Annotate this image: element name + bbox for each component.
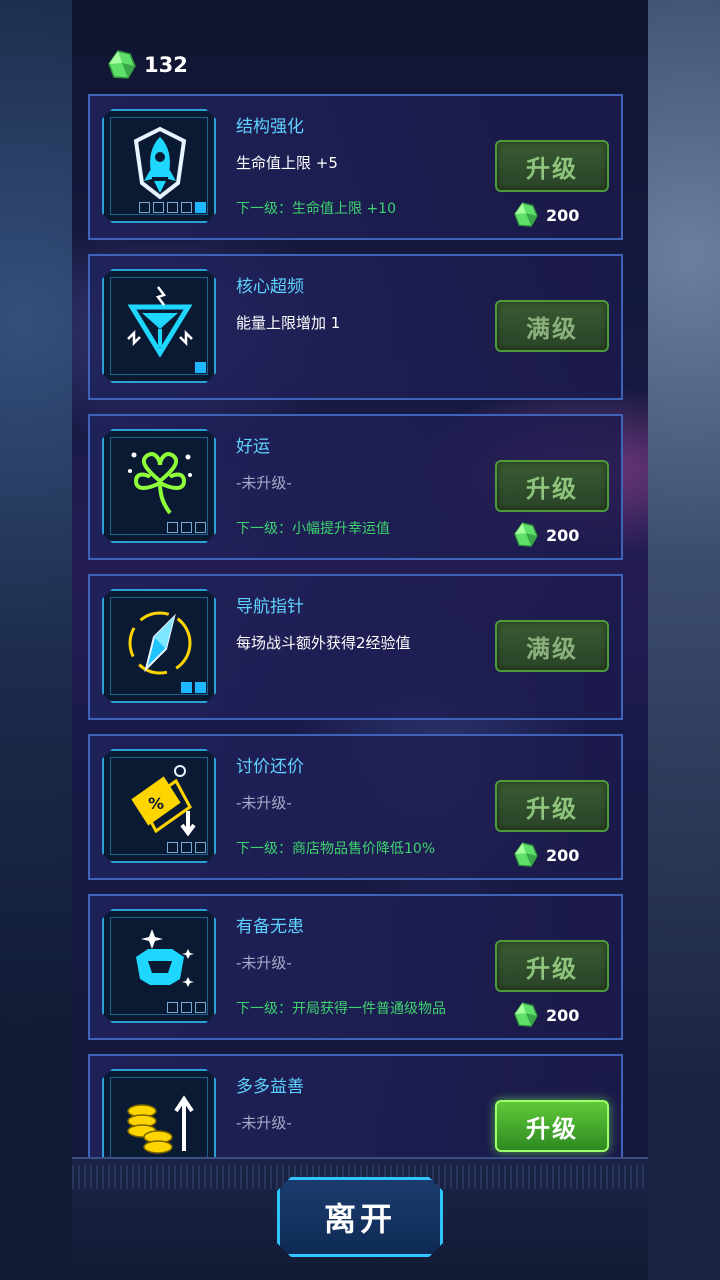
upgrade-cost: 200	[514, 842, 579, 868]
upgrade-cost: 200	[514, 522, 579, 548]
coins-arrow-icon	[118, 1081, 202, 1157]
upgrade-title: 讨价还价	[236, 757, 304, 777]
level-pip	[195, 362, 206, 373]
next-level-text: 下一级：商店物品售价降低10%	[236, 841, 436, 857]
upgrade-button[interactable]: 升级	[495, 940, 609, 992]
green-crystal-icon	[514, 202, 538, 227]
cost-amount: 200	[546, 1005, 580, 1025]
level-pips	[139, 202, 206, 213]
currency-display: 132	[108, 50, 188, 80]
upgrade-title: 有备无患	[236, 917, 304, 937]
upgrade-description: 能量上限增加 1	[236, 314, 341, 332]
upgrade-description: 每场战斗额外获得2经验值	[236, 634, 411, 652]
max-level-button[interactable]: 满级	[495, 620, 609, 672]
currency-amount: 132	[144, 53, 188, 77]
level-pip	[195, 522, 206, 533]
upgrade-description: -未升级-	[236, 954, 292, 972]
level-pip	[167, 1002, 178, 1013]
level-pip	[181, 202, 192, 213]
level-pip	[181, 682, 192, 693]
level-pip	[181, 1002, 192, 1013]
upgrade-button[interactable]: 升级	[495, 140, 609, 192]
level-pip	[153, 202, 164, 213]
footer-bar: 离开	[72, 1157, 648, 1280]
level-pip	[139, 202, 150, 213]
cost-amount: 200	[546, 845, 580, 865]
upgrade-cost: 200	[514, 202, 579, 228]
upgrade-icon-frame	[102, 1069, 216, 1157]
upgrade-panel: 132 结构强化生命值上限 +5 下一级：生命值上限 +10 升级 200 核心超频能量…	[72, 0, 648, 1280]
upgrade-icon-frame	[102, 589, 216, 703]
upgrade-card: 结构强化生命值上限 +5 下一级：生命值上限 +10 升级 200	[88, 94, 623, 240]
level-pip	[181, 522, 192, 533]
level-pips	[181, 682, 206, 693]
upgrade-description: -未升级-	[236, 474, 292, 492]
upgrade-icon-frame	[102, 109, 216, 223]
upgrade-icon-frame	[102, 429, 216, 543]
level-pip	[167, 522, 178, 533]
upgrade-title: 多多益善	[236, 1077, 304, 1097]
background-right	[648, 0, 720, 1280]
level-pips	[167, 522, 206, 533]
background-left	[0, 0, 72, 1280]
upgrade-button[interactable]: 升级	[495, 780, 609, 832]
green-crystal-icon	[514, 842, 538, 867]
upgrade-icon-frame: %	[102, 749, 216, 863]
upgrade-card: 有备无患 -未升级- 下一级：开局获得一件普通级物品 升级 200	[88, 894, 623, 1040]
green-crystal-icon	[514, 1002, 538, 1027]
upgrade-card: % 讨价还价 -未升级- 下一级：商店物品售价降低10% 升级 200	[88, 734, 623, 880]
upgrade-card: 好运 -未升级- 下一级：小幅提升幸运值 升级 200	[88, 414, 623, 560]
upgrade-description: -未升级-	[236, 794, 292, 812]
upgrade-list[interactable]: 结构强化生命值上限 +5 下一级：生命值上限 +10 升级 200 核心超频能量上限增加…	[88, 94, 625, 1157]
upgrade-description: -未升级-	[236, 1114, 292, 1132]
level-pip	[181, 842, 192, 853]
upgrade-cost: 200	[514, 1002, 579, 1028]
next-level-text: 下一级：小幅提升幸运值	[236, 521, 390, 537]
leave-button[interactable]: 离开	[277, 1177, 443, 1257]
level-pip	[167, 202, 178, 213]
level-pip	[167, 842, 178, 853]
upgrade-button[interactable]: 升级	[495, 460, 609, 512]
svg-text:%: %	[148, 794, 164, 813]
rocket-shield-icon	[118, 121, 202, 205]
upgrade-card: 导航指针每场战斗额外获得2经验值 满级	[88, 574, 623, 720]
cost-amount: 200	[546, 525, 580, 545]
upgrade-icon-frame	[102, 909, 216, 1023]
upgrade-description: 生命值上限 +5	[236, 154, 338, 172]
level-pips	[167, 842, 206, 853]
price-tag-icon: %	[118, 761, 202, 845]
upgrade-title: 好运	[236, 437, 270, 457]
level-pips	[167, 1002, 206, 1013]
green-crystal-icon	[514, 522, 538, 547]
next-level-text: 下一级：生命值上限 +10	[236, 201, 396, 217]
cost-amount: 200	[546, 205, 580, 225]
upgrade-title: 导航指针	[236, 597, 304, 617]
max-level-button[interactable]: 满级	[495, 300, 609, 352]
green-crystal-icon	[108, 50, 136, 79]
level-pip	[195, 842, 206, 853]
upgrade-button[interactable]: 升级	[495, 1100, 609, 1152]
upgrade-icon-frame	[102, 269, 216, 383]
upgrade-card: 核心超频能量上限增加 1 满级	[88, 254, 623, 400]
upgrade-title: 结构强化	[236, 117, 304, 137]
clover-icon	[118, 441, 202, 525]
level-pip	[195, 202, 206, 213]
compass-icon	[118, 601, 202, 685]
crate-icon	[118, 921, 202, 1005]
level-pips	[195, 362, 206, 373]
level-pip	[195, 682, 206, 693]
level-pip	[195, 1002, 206, 1013]
upgrade-title: 核心超频	[236, 277, 304, 297]
upgrade-card: 多多益善-未升级-下一级：每次进入下一大关，当前升级	[88, 1054, 623, 1157]
next-level-text: 下一级：开局获得一件普通级物品	[236, 1001, 446, 1017]
energy-core-icon	[118, 281, 202, 365]
